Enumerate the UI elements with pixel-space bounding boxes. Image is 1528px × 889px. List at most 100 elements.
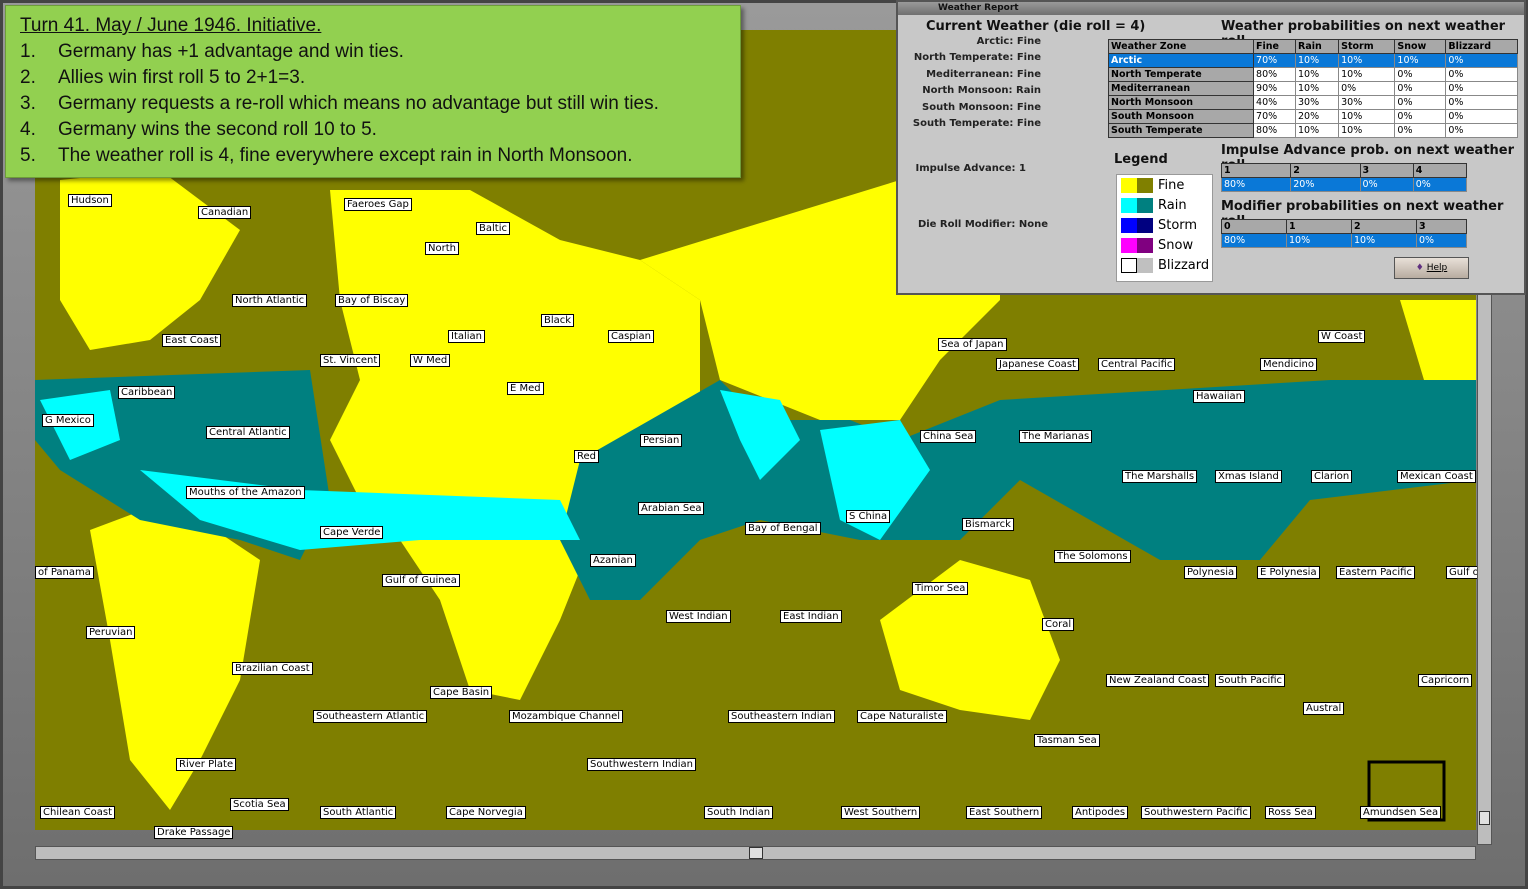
item-number: 3. (20, 93, 36, 114)
impulse-advance: Impulse Advance: 1 (915, 163, 1027, 174)
sea-area-label[interactable]: Drake Passage (154, 826, 234, 839)
sea-area-label[interactable]: Caribbean (118, 386, 176, 399)
column-header: Weather Zone (1107, 39, 1255, 54)
sea-area-label[interactable]: E Polynesia (1257, 566, 1320, 579)
scroll-thumb[interactable] (749, 847, 763, 859)
sea-area-label[interactable]: Eastern Pacific (1336, 566, 1415, 579)
sea-area-label[interactable]: Faeroes Gap (344, 198, 412, 211)
sea-area-label[interactable]: The Marianas (1019, 430, 1093, 443)
sea-area-label[interactable]: Coral (1042, 618, 1075, 631)
note-item: 5. The weather roll is 4, fine everywhere… (20, 145, 726, 171)
sea-area-label[interactable]: Caspian (608, 330, 654, 343)
prob-cell: 10% (1286, 233, 1352, 248)
sea-area-label[interactable]: Southwestern Pacific (1141, 806, 1251, 819)
sea-area-label[interactable]: Ross Sea (1265, 806, 1316, 819)
sea-area-label[interactable]: New Zealand Coast (1106, 674, 1210, 687)
table-row[interactable]: 80% 10% 10% 0% (1221, 233, 1467, 248)
table-row[interactable]: Mediterranean 90% 10% 0% 0% 0% (1107, 81, 1518, 96)
sea-area-label[interactable]: South Pacific (1215, 674, 1286, 687)
sea-area-label[interactable]: Chilean Coast (40, 806, 116, 819)
sea-area-label[interactable]: Scotia Sea (230, 798, 289, 811)
sea-area-label[interactable]: St. Vincent (320, 354, 381, 367)
weather-probability-table: Weather Zone Fine Rain Storm Snow Blizzard Arc… (1107, 39, 1518, 138)
sea-area-label[interactable]: East Indian (780, 610, 842, 623)
table-header-row: 1234 (1220, 163, 1468, 178)
sea-area-label[interactable]: Tasman Sea (1034, 734, 1100, 747)
prob-cell: 10% (1338, 53, 1396, 68)
sea-area-label[interactable]: Timor Sea (912, 582, 969, 595)
sea-area-label[interactable]: China Sea (920, 430, 977, 443)
sea-area-label[interactable]: G Mexico (42, 414, 94, 427)
zone-cell: South Temperate (1107, 123, 1255, 138)
sea-area-label[interactable]: Bay of Bengal (745, 522, 821, 535)
sea-area-label[interactable]: Cape Norvegia (446, 806, 526, 819)
scroll-thumb[interactable] (1479, 811, 1490, 825)
table-row[interactable]: Arctic 70% 10% 10% 10% 0% (1107, 53, 1518, 68)
prob-cell: 80% (1220, 177, 1292, 192)
sea-area-label[interactable]: Cape Basin (430, 686, 493, 699)
sea-area-label[interactable]: Antipodes (1072, 806, 1129, 819)
sea-area-label[interactable]: Mozambique Channel (509, 710, 624, 723)
sea-area-label[interactable]: Clarion (1311, 470, 1353, 483)
table-row[interactable]: South Temperate 80% 10% 10% 0% 0% (1107, 123, 1518, 138)
sea-area-label[interactable]: Hudson (68, 194, 112, 207)
sea-area-label[interactable]: S China (846, 510, 891, 523)
sea-area-label[interactable]: Austral (1303, 702, 1345, 715)
sea-area-label[interactable]: North Atlantic (232, 294, 308, 307)
sea-swatch (1137, 217, 1153, 233)
sea-area-label[interactable]: Southwestern Indian (587, 758, 697, 771)
sea-area-label[interactable]: Arabian Sea (638, 502, 705, 515)
table-row[interactable]: South Monsoon 70% 20% 10% 0% 0% (1107, 109, 1518, 124)
sea-area-label[interactable]: The Solomons (1054, 550, 1131, 563)
sea-area-label[interactable]: Cape Naturaliste (857, 710, 947, 723)
sea-area-label[interactable]: Polynesia (1184, 566, 1238, 579)
sea-area-label[interactable]: Capricorn (1418, 674, 1473, 687)
sea-area-label[interactable]: Mexican Coast (1397, 470, 1476, 483)
prob-cell: 30% (1338, 95, 1396, 110)
sea-area-label[interactable]: Brazilian Coast (232, 662, 313, 675)
sea-area-label[interactable]: Mendicino (1260, 358, 1317, 371)
sea-area-label[interactable]: Hawaiian (1193, 390, 1245, 403)
sea-area-label[interactable]: of Panama (35, 566, 94, 579)
sea-area-label[interactable]: Azanian (590, 554, 636, 567)
sea-area-label[interactable]: Central Atlantic (206, 426, 290, 439)
sea-area-label[interactable]: Sea of Japan (938, 338, 1007, 351)
sea-area-label[interactable]: West Indian (666, 610, 731, 623)
sea-area-label[interactable]: W Coast (1318, 330, 1366, 343)
help-button[interactable]: ♦ Help (1394, 257, 1469, 279)
sea-area-label[interactable]: Black (541, 314, 575, 327)
sea-swatch (1137, 177, 1153, 193)
sea-area-label[interactable]: Italian (448, 330, 486, 343)
sea-area-label[interactable]: Gulf of Guinea (382, 574, 460, 587)
sea-area-label[interactable]: South Indian (704, 806, 774, 819)
sea-area-label[interactable]: E Med (507, 382, 544, 395)
sea-area-label[interactable]: Southeastern Indian (728, 710, 835, 723)
sea-area-label[interactable]: Canadian (198, 206, 252, 219)
sea-area-label[interactable]: River Plate (176, 758, 237, 771)
sea-area-label[interactable]: W Med (410, 354, 451, 367)
sea-area-label[interactable]: Baltic (476, 222, 510, 235)
column-header: 2 (1290, 163, 1361, 178)
sea-area-label[interactable]: East Coast (162, 334, 222, 347)
sea-area-label[interactable]: Red (574, 450, 599, 463)
sea-area-label[interactable]: Xmas Island (1215, 470, 1282, 483)
sea-area-label[interactable]: Central Pacific (1098, 358, 1176, 371)
sea-area-label[interactable]: Bay of Biscay (335, 294, 409, 307)
sea-area-label[interactable]: Bismarck (962, 518, 1014, 531)
horizontal-scrollbar[interactable] (35, 846, 1476, 860)
sea-area-label[interactable]: North (425, 242, 459, 255)
sea-area-label[interactable]: Mouths of the Amazon (186, 486, 305, 499)
table-row[interactable]: 80% 20% 0% 0% (1220, 177, 1468, 192)
sea-area-label[interactable]: West Southern (841, 806, 921, 819)
table-row[interactable]: North Monsoon 40% 30% 30% 0% 0% (1107, 95, 1518, 110)
sea-area-label[interactable]: Cape Verde (320, 526, 384, 539)
sea-area-label[interactable]: Persian (640, 434, 683, 447)
sea-area-label[interactable]: Japanese Coast (996, 358, 1079, 371)
sea-area-label[interactable]: The Marshalls (1122, 470, 1198, 483)
sea-area-label[interactable]: South Atlantic (320, 806, 397, 819)
sea-area-label[interactable]: Southeastern Atlantic (313, 710, 428, 723)
sea-area-label[interactable]: Amundsen Sea (1360, 806, 1442, 819)
sea-area-label[interactable]: East Southern (966, 806, 1043, 819)
table-row[interactable]: North Temperate 80% 10% 10% 0% 0% (1107, 67, 1518, 82)
sea-area-label[interactable]: Peruvian (86, 626, 136, 639)
